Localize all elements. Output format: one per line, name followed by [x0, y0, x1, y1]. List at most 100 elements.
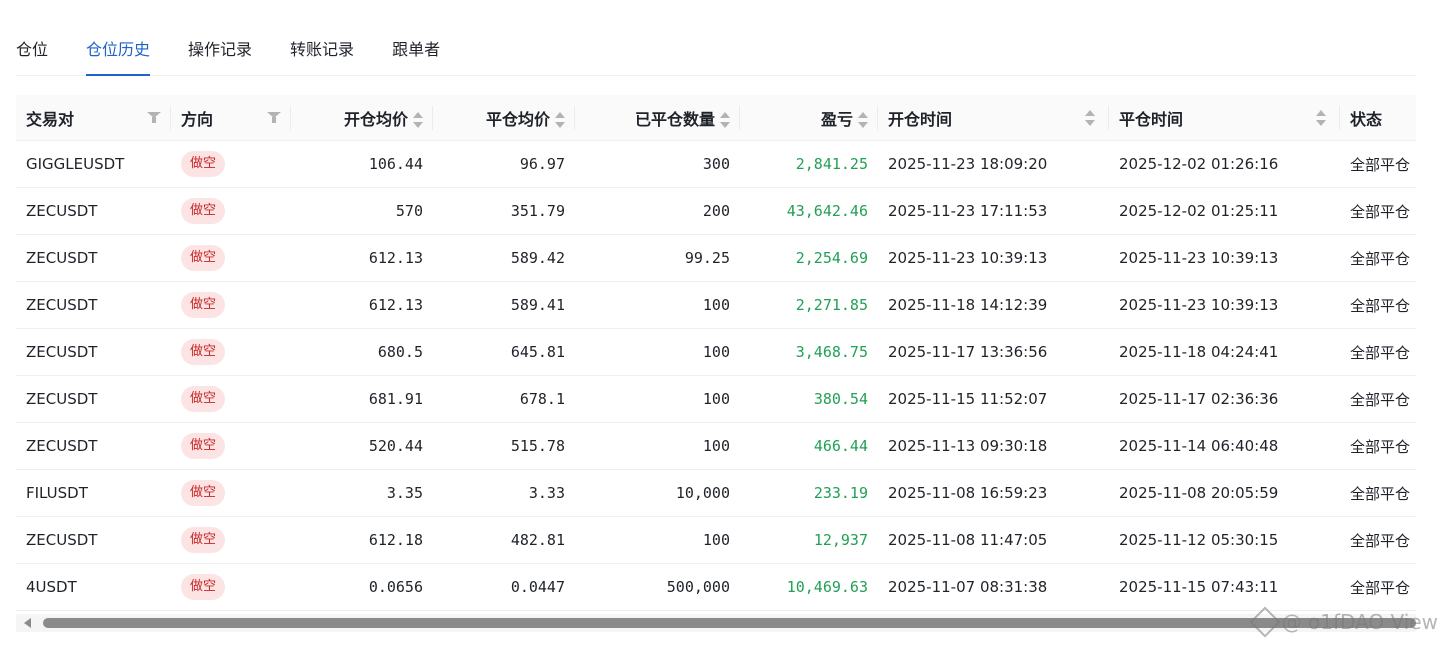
- cell-close-time: 2025-11-12 05:30:15: [1109, 516, 1340, 564]
- filter-icon[interactable]: [267, 112, 281, 124]
- header-status-label: 状态: [1350, 109, 1383, 129]
- cell-close-time: 2025-12-02 01:26:16: [1109, 140, 1340, 188]
- horizontal-scrollbar[interactable]: [16, 614, 1416, 632]
- cell-open-avg: 0.0656: [291, 563, 433, 611]
- header-close-avg[interactable]: 平仓均价: [433, 95, 575, 141]
- cell-direction: 做空: [171, 516, 291, 564]
- cell-close-time: 2025-11-23 10:39:13: [1109, 281, 1340, 329]
- sort-icon[interactable]: [555, 112, 565, 128]
- header-open-avg[interactable]: 开仓均价: [291, 95, 433, 141]
- header-pnl-label: 盈亏: [820, 109, 853, 129]
- cell-direction: 做空: [171, 234, 291, 282]
- header-open-time[interactable]: 开仓时间: [878, 95, 1109, 141]
- cell-pair: GIGGLEUSDT: [16, 140, 171, 188]
- cell-status: 全部平仓: [1340, 328, 1416, 376]
- header-status[interactable]: 状态: [1340, 95, 1416, 141]
- cell-open-time: 2025-11-23 10:39:13: [878, 234, 1109, 282]
- cell-pnl: 2,254.69: [740, 234, 878, 282]
- cell-status: 全部平仓: [1340, 187, 1416, 235]
- cell-open-time: 2025-11-07 08:31:38: [878, 563, 1109, 611]
- sort-icon[interactable]: [1085, 110, 1095, 126]
- cell-status: 全部平仓: [1340, 422, 1416, 470]
- cell-open-avg: 612.18: [291, 516, 433, 564]
- scrollbar-thumb[interactable]: [43, 618, 1416, 628]
- cell-pnl: 2,841.25: [740, 140, 878, 188]
- cell-pnl: 12,937: [740, 516, 878, 564]
- table-row[interactable]: ZECUSDT 做空 612.18 482.81 100 12,937 2025…: [16, 516, 1416, 564]
- cell-closed-qty: 500,000: [575, 563, 740, 611]
- short-badge: 做空: [181, 151, 226, 177]
- table-row[interactable]: ZECUSDT 做空 681.91 678.1 100 380.54 2025-…: [16, 375, 1416, 423]
- cell-open-time: 2025-11-08 11:47:05: [878, 516, 1109, 564]
- cell-open-time: 2025-11-17 13:36:56: [878, 328, 1109, 376]
- table-row[interactable]: ZECUSDT 做空 570 351.79 200 43,642.46 2025…: [16, 187, 1416, 235]
- cell-direction: 做空: [171, 563, 291, 611]
- short-badge: 做空: [181, 527, 226, 553]
- cell-status: 全部平仓: [1340, 516, 1416, 564]
- cell-open-time: 2025-11-15 11:52:07: [878, 375, 1109, 423]
- sort-icon[interactable]: [720, 112, 730, 128]
- cell-close-avg: 96.97: [433, 140, 575, 188]
- cell-close-time: 2025-11-23 10:39:13: [1109, 234, 1340, 282]
- watermark-text: @ o1fDAO View: [1281, 610, 1438, 634]
- header-close-time[interactable]: 平仓时间: [1109, 95, 1340, 141]
- table-row[interactable]: ZECUSDT 做空 612.13 589.41 100 2,271.85 20…: [16, 281, 1416, 329]
- short-badge: 做空: [181, 292, 226, 318]
- cell-status: 全部平仓: [1340, 375, 1416, 423]
- cell-open-avg: 106.44: [291, 140, 433, 188]
- table-row[interactable]: FILUSDT 做空 3.35 3.33 10,000 233.19 2025-…: [16, 469, 1416, 517]
- cell-pnl: 3,468.75: [740, 328, 878, 376]
- cell-direction: 做空: [171, 375, 291, 423]
- tab-operation-log[interactable]: 操作记录: [188, 39, 252, 75]
- cell-close-time: 2025-11-18 04:24:41: [1109, 328, 1340, 376]
- tab-transfer-log[interactable]: 转账记录: [290, 39, 354, 75]
- table-row[interactable]: ZECUSDT 做空 520.44 515.78 100 466.44 2025…: [16, 422, 1416, 470]
- cell-open-avg: 520.44: [291, 422, 433, 470]
- cell-close-time: 2025-12-02 01:25:11: [1109, 187, 1340, 235]
- watermark: @ o1fDAO View: [1249, 606, 1438, 638]
- cell-close-avg: 515.78: [433, 422, 575, 470]
- watermark-logo-icon: [1249, 606, 1281, 638]
- sort-icon[interactable]: [413, 112, 423, 128]
- header-pair[interactable]: 交易对: [16, 95, 171, 141]
- cell-pair: ZECUSDT: [16, 328, 171, 376]
- header-open-avg-label: 开仓均价: [343, 109, 408, 129]
- tab-positions[interactable]: 仓位: [16, 39, 48, 75]
- cell-close-avg: 482.81: [433, 516, 575, 564]
- header-closed-qty-label: 已平仓数量: [634, 109, 715, 129]
- filter-icon[interactable]: [147, 112, 161, 124]
- cell-direction: 做空: [171, 422, 291, 470]
- cell-pair: ZECUSDT: [16, 516, 171, 564]
- position-history-table: 交易对 方向 开仓均价 平仓均价 已平仓数量 盈亏 开仓时间 平仓时间 状态 G…: [16, 95, 1416, 612]
- table-row[interactable]: ZECUSDT 做空 680.5 645.81 100 3,468.75 202…: [16, 328, 1416, 376]
- cell-pair: ZECUSDT: [16, 375, 171, 423]
- cell-close-time: 2025-11-14 06:40:48: [1109, 422, 1340, 470]
- cell-closed-qty: 99.25: [575, 234, 740, 282]
- cell-pnl: 380.54: [740, 375, 878, 423]
- cell-direction: 做空: [171, 328, 291, 376]
- cell-open-avg: 681.91: [291, 375, 433, 423]
- cell-pair: ZECUSDT: [16, 422, 171, 470]
- header-closed-qty[interactable]: 已平仓数量: [575, 95, 740, 141]
- cell-pnl: 466.44: [740, 422, 878, 470]
- sort-icon[interactable]: [1316, 110, 1326, 126]
- table-row[interactable]: ZECUSDT 做空 612.13 589.42 99.25 2,254.69 …: [16, 234, 1416, 282]
- table-row[interactable]: GIGGLEUSDT 做空 106.44 96.97 300 2,841.25 …: [16, 140, 1416, 188]
- scroll-left-arrow-icon[interactable]: [24, 618, 31, 628]
- table-row[interactable]: 4USDT 做空 0.0656 0.0447 500,000 10,469.63…: [16, 563, 1416, 611]
- header-direction[interactable]: 方向: [171, 95, 291, 141]
- sort-icon[interactable]: [858, 112, 868, 128]
- header-pair-label: 交易对: [26, 109, 75, 129]
- cell-close-time: 2025-11-17 02:36:36: [1109, 375, 1340, 423]
- tab-position-history[interactable]: 仓位历史: [86, 39, 151, 76]
- short-badge: 做空: [181, 386, 226, 412]
- cell-status: 全部平仓: [1340, 469, 1416, 517]
- cell-pnl: 233.19: [740, 469, 878, 517]
- short-badge: 做空: [181, 339, 226, 365]
- cell-closed-qty: 100: [575, 422, 740, 470]
- table-header-row: 交易对 方向 开仓均价 平仓均价 已平仓数量 盈亏 开仓时间 平仓时间 状态: [16, 95, 1416, 141]
- header-pnl[interactable]: 盈亏: [740, 95, 878, 141]
- cell-close-avg: 3.33: [433, 469, 575, 517]
- tab-followers[interactable]: 跟单者: [392, 39, 440, 75]
- cell-close-avg: 0.0447: [433, 563, 575, 611]
